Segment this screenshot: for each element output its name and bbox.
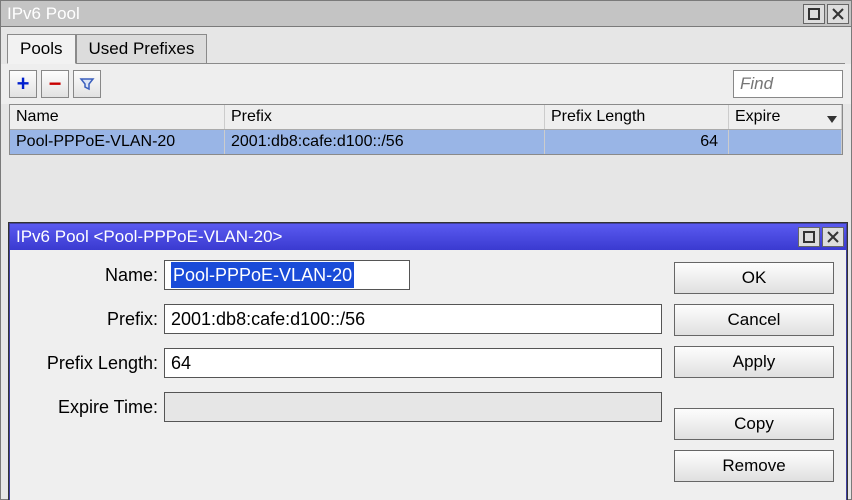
window-titlebar: IPv6 Pool (1, 1, 851, 27)
window-close-button[interactable] (827, 4, 849, 24)
ok-button[interactable]: OK (674, 262, 834, 294)
name-field[interactable] (164, 260, 410, 290)
cell-name: Pool-PPPoE-VLAN-20 (10, 130, 225, 154)
expire-time-field[interactable] (164, 392, 662, 422)
find-input[interactable] (733, 70, 843, 98)
expire-time-label: Expire Time: (22, 397, 164, 418)
dialog-title: IPv6 Pool <Pool-PPPoE-VLAN-20> (16, 227, 796, 247)
table-row[interactable]: Pool-PPPoE-VLAN-20 2001:db8:cafe:d100::/… (10, 130, 842, 154)
tab-bar: Pools Used Prefixes (1, 27, 851, 63)
col-prefix[interactable]: Prefix (225, 105, 545, 129)
dialog-close-button[interactable] (822, 227, 844, 247)
dialog-maximize-button[interactable] (798, 227, 820, 247)
prefix-length-field[interactable] (164, 348, 662, 378)
filter-button[interactable] (73, 70, 101, 98)
name-label: Name: (22, 265, 164, 286)
cell-expire (729, 130, 842, 154)
add-button[interactable]: + (9, 70, 37, 98)
tab-used-prefixes[interactable]: Used Prefixes (76, 34, 208, 64)
tab-pools[interactable]: Pools (7, 34, 76, 64)
copy-button[interactable]: Copy (674, 408, 834, 440)
prefix-field[interactable] (164, 304, 662, 334)
window-title: IPv6 Pool (7, 4, 801, 24)
table-header: Name Prefix Prefix Length Expire (10, 105, 842, 130)
ipv6-pool-window: IPv6 Pool Pools Used Prefixes + − Name P… (0, 0, 852, 500)
col-expire-label: Expire (735, 108, 780, 125)
dialog-titlebar: IPv6 Pool <Pool-PPPoE-VLAN-20> (10, 224, 846, 250)
cell-prefix-length: 64 (545, 130, 729, 154)
window-maximize-button[interactable] (803, 4, 825, 24)
col-expire[interactable]: Expire (729, 105, 842, 129)
col-prefix-length[interactable]: Prefix Length (545, 105, 729, 129)
apply-button[interactable]: Apply (674, 346, 834, 378)
form: Name: Pool-PPPoE-VLAN-20 Prefix: Prefix … (22, 260, 662, 500)
cell-prefix: 2001:db8:cafe:d100::/56 (225, 130, 545, 154)
prefix-label: Prefix: (22, 309, 164, 330)
cancel-button[interactable]: Cancel (674, 304, 834, 336)
col-name[interactable]: Name (10, 105, 225, 129)
pools-table: Name Prefix Prefix Length Expire Pool-PP… (9, 104, 843, 155)
dialog-buttons: OK Cancel Apply Copy Remove (674, 260, 834, 500)
toolbar: + − (1, 64, 851, 104)
remove-toolbar-button[interactable]: − (41, 70, 69, 98)
remove-button[interactable]: Remove (674, 450, 834, 482)
edit-pool-dialog: IPv6 Pool <Pool-PPPoE-VLAN-20> Name: Poo… (9, 223, 847, 500)
prefix-length-label: Prefix Length: (22, 353, 164, 374)
sort-indicator-icon (827, 111, 837, 129)
